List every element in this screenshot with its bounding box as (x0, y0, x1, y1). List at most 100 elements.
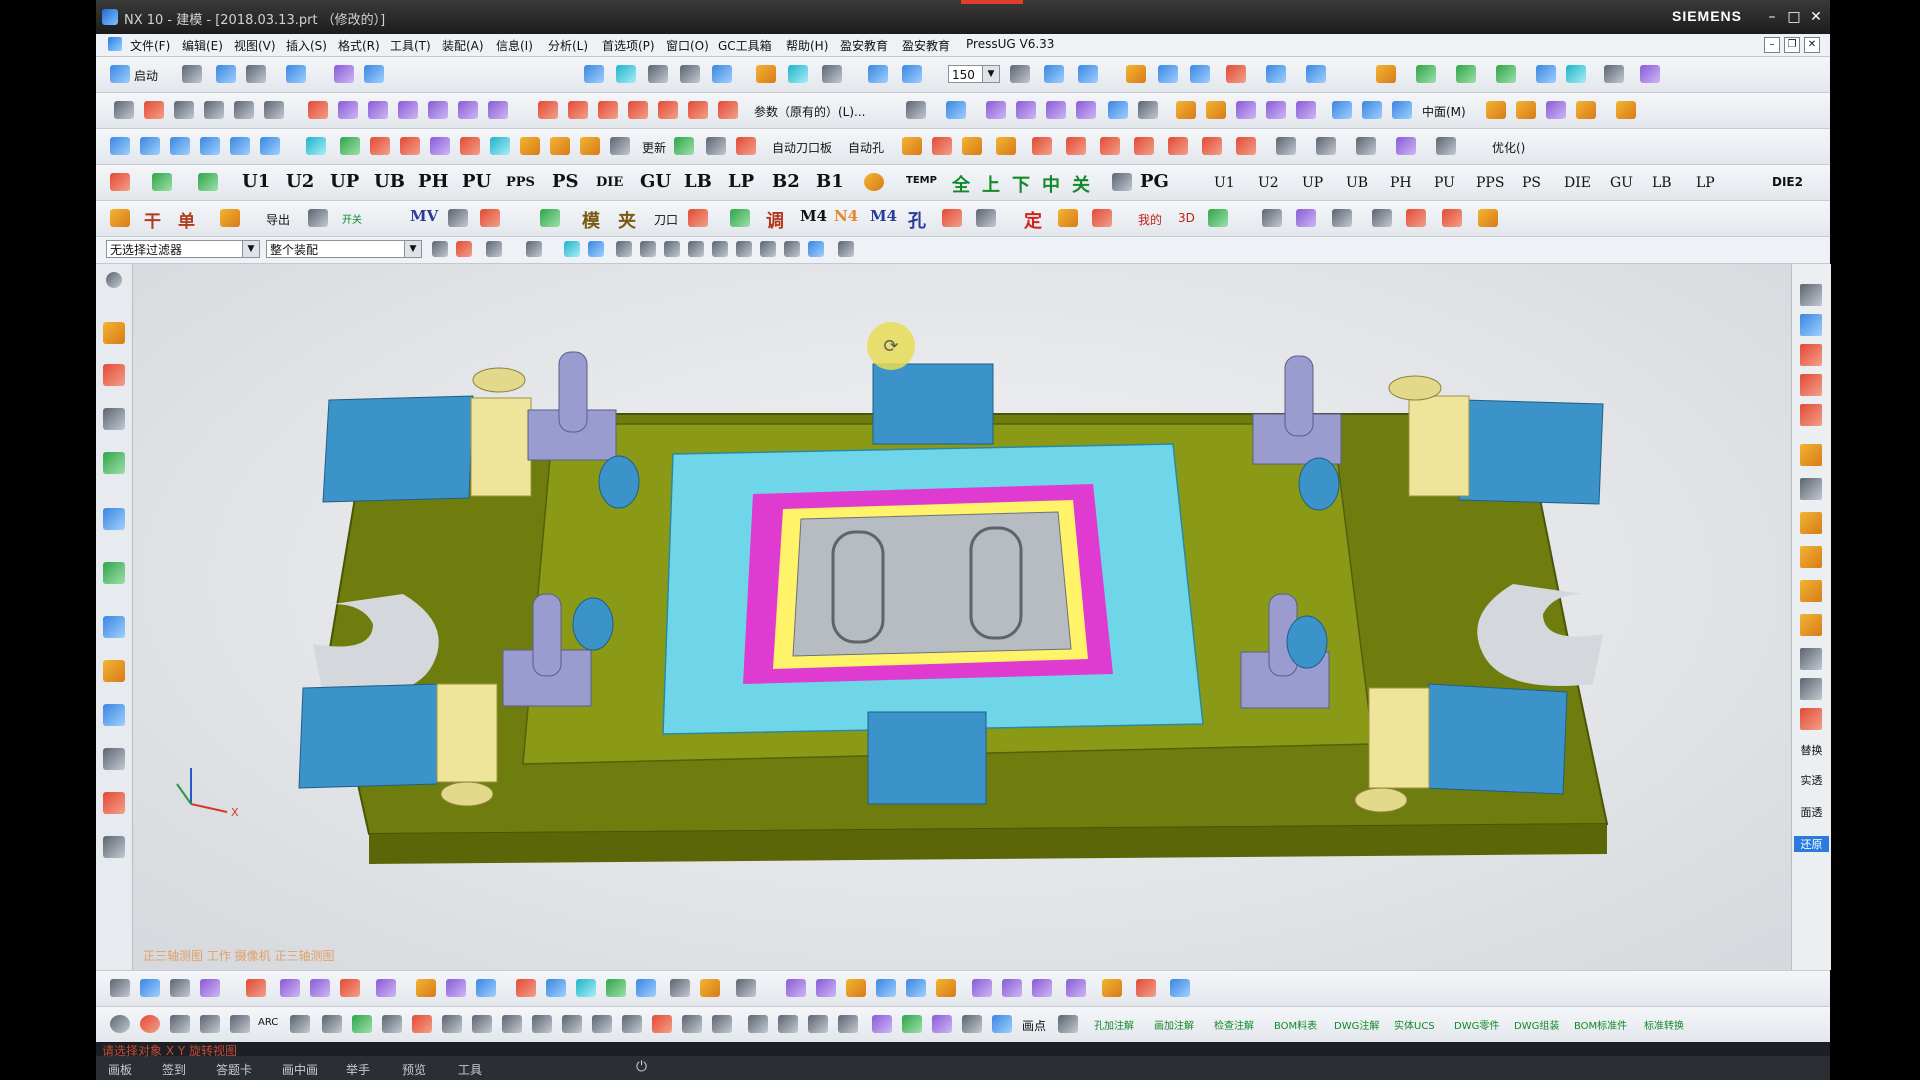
bt1-icon-29[interactable] (1032, 979, 1052, 997)
bt1-icon-33[interactable] (1170, 979, 1190, 997)
snap-center-icon[interactable] (736, 241, 752, 257)
my-label[interactable]: 我的 (1138, 211, 1162, 228)
code-ps[interactable]: PS (552, 171, 579, 192)
bom-standard-label[interactable]: BOM标准件 (1574, 1017, 1627, 1032)
shape-icon[interactable] (230, 1015, 250, 1033)
die2-label[interactable]: DIE2 (1772, 175, 1803, 189)
solid-color-icon[interactable] (1376, 65, 1396, 83)
wire-icon[interactable] (1266, 65, 1286, 83)
edit-feature-icon[interactable] (1126, 65, 1146, 83)
dim-icon-5[interactable] (502, 1015, 522, 1033)
code-die[interactable]: DIE (596, 175, 623, 190)
grid-icon[interactable] (616, 65, 636, 83)
snap-curve-icon[interactable] (688, 241, 704, 257)
snap-cross-icon[interactable] (784, 241, 800, 257)
bridge-icon[interactable] (628, 101, 648, 119)
thicken-icon[interactable] (1076, 101, 1096, 119)
role-icon[interactable] (103, 704, 125, 726)
system-icon[interactable] (103, 748, 125, 770)
auto-hole-label[interactable]: 自动孔 (848, 139, 884, 156)
right-tool-icon-14[interactable] (1800, 708, 1822, 730)
dim-icon-6[interactable] (532, 1015, 552, 1033)
bt1-icon-21[interactable] (786, 979, 806, 997)
mold-base-icon-2[interactable] (140, 137, 160, 155)
cjk-up-button[interactable]: 上 (982, 171, 1000, 197)
monitor-icon[interactable] (306, 137, 326, 155)
red-tool-icon-2[interactable] (1442, 209, 1462, 227)
bt1-icon-7[interactable] (310, 979, 330, 997)
component-icon-11[interactable] (1396, 137, 1416, 155)
select-face-icon[interactable] (564, 241, 580, 257)
component-icon-9[interactable] (1316, 137, 1336, 155)
bt1-icon-32[interactable] (1136, 979, 1156, 997)
filter-reset-icon[interactable] (432, 241, 448, 257)
mv-label[interactable]: MV (410, 207, 438, 225)
zoom-combo[interactable]: 150 ▼ (948, 65, 1000, 83)
chamfer-icon[interactable] (428, 101, 448, 119)
sketch-icon[interactable] (114, 101, 134, 119)
code-u1[interactable]: U1 (242, 171, 270, 192)
box-icon[interactable] (1138, 101, 1158, 119)
split-icon[interactable] (568, 101, 588, 119)
code-b1[interactable]: B1 (816, 171, 844, 192)
menu-file[interactable]: 文件(F) (130, 37, 170, 54)
pen-icon[interactable] (1604, 65, 1624, 83)
right-tool-icon-6[interactable] (1800, 444, 1822, 466)
menu-insert[interactable]: 插入(S) (286, 37, 327, 54)
dim-icon-12[interactable] (712, 1015, 732, 1033)
material-icon[interactable] (1456, 65, 1476, 83)
solid-ucs-label[interactable]: 实体UCS (1394, 1017, 1435, 1032)
rcode-lp[interactable]: LP (1696, 175, 1715, 191)
arc-label[interactable]: ARC (258, 1017, 278, 1028)
snap-end-icon[interactable] (616, 241, 632, 257)
assembly-scope-combo[interactable]: 整个装配 ▼ (266, 240, 422, 258)
code-pu[interactable]: PU (462, 171, 491, 192)
process-color-icon[interactable] (1416, 65, 1436, 83)
dim-icon-10[interactable] (652, 1015, 672, 1033)
bt1-icon-26[interactable] (936, 979, 956, 997)
bt1-icon-23[interactable] (846, 979, 866, 997)
menu-preferences[interactable]: 首选项(P) (602, 37, 655, 54)
offset-face-icon[interactable] (1016, 101, 1036, 119)
brush-icon[interactable] (1262, 209, 1282, 227)
dim-icon-16[interactable] (838, 1015, 858, 1033)
intersect-body-icon[interactable] (1392, 101, 1412, 119)
task-tab-sign-in[interactable]: 签到 (162, 1061, 186, 1078)
n4-label[interactable]: N4 (834, 207, 858, 225)
solid-transparent-button[interactable]: 实透 (1794, 772, 1829, 788)
bolt-icon[interactable] (400, 137, 420, 155)
rcode-pps[interactable]: PPS (1476, 175, 1504, 191)
temp-label[interactable]: TEMP (906, 175, 937, 186)
right-tool-icon-9[interactable] (1800, 546, 1822, 568)
group-icon[interactable] (1332, 209, 1352, 227)
replace-button[interactable]: 替换 (1794, 742, 1829, 758)
m4-blue-label[interactable]: M4 (870, 207, 897, 225)
dim-icon-1[interactable] (382, 1015, 402, 1033)
rcode-u1[interactable]: U1 (1214, 175, 1235, 191)
bt1-icon-6[interactable] (280, 979, 300, 997)
measure-icon[interactable] (1010, 65, 1030, 83)
unite-icon[interactable] (1332, 101, 1352, 119)
subtract-icon[interactable] (1362, 101, 1382, 119)
check-note-label[interactable]: 检查注解 (1214, 1017, 1254, 1032)
rcode-up[interactable]: UP (1302, 175, 1323, 191)
export-label[interactable]: 导出 (266, 211, 290, 228)
cross-icon[interactable] (204, 101, 224, 119)
wave-icon[interactable] (1546, 101, 1566, 119)
circle-red-icon[interactable] (140, 1015, 160, 1033)
draw-point-label[interactable]: 画点 (1022, 1017, 1046, 1034)
section-icon[interactable] (788, 65, 808, 83)
optimize-label[interactable]: 优化() (1492, 139, 1525, 156)
restore-button[interactable]: 还原 (1794, 836, 1829, 852)
mold-base-icon-6[interactable] (260, 137, 280, 155)
part-up-icon[interactable] (198, 173, 218, 191)
glass-icon[interactable] (1566, 65, 1586, 83)
layer-icon[interactable] (1112, 173, 1132, 191)
line-green-icon[interactable] (352, 1015, 372, 1033)
snap-inter-icon[interactable] (712, 241, 728, 257)
rcode-ph[interactable]: PH (1390, 175, 1412, 191)
right-tool-icon-7[interactable] (1800, 478, 1822, 500)
sine-icon[interactable] (962, 1015, 982, 1033)
rcode-ub[interactable]: UB (1346, 175, 1368, 191)
extrude-icon[interactable] (308, 101, 328, 119)
